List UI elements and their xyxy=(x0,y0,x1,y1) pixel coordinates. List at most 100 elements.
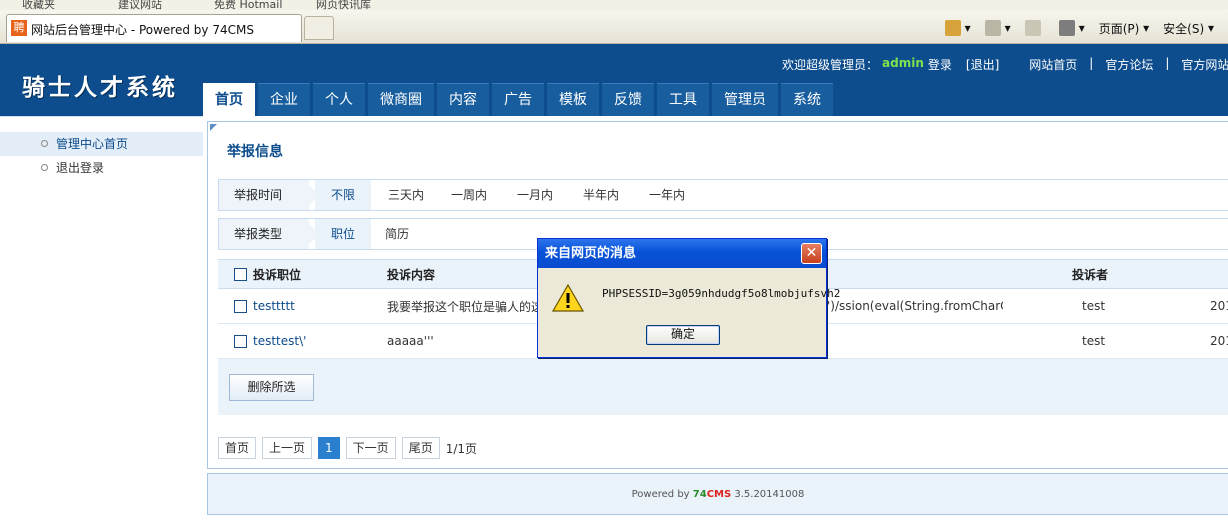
new-tab-button[interactable] xyxy=(304,16,334,40)
page-title: 举报信息 xyxy=(227,144,283,160)
nav-tab-admins[interactable]: 管理员 xyxy=(712,83,778,116)
type-filter-label: 举报类型 xyxy=(219,219,319,249)
browser-tab-bar: 聘 网站后台管理中心 - Powered by 74CMS ▾ ▾ ▾ 页面(P… xyxy=(0,10,1228,44)
row-job-cell: testtest\' xyxy=(234,324,306,358)
nav-tab-feedback[interactable]: 反馈 xyxy=(602,83,654,116)
official-site-link[interactable]: 官方网站 xyxy=(1181,56,1228,73)
sidebar: 管理中心首页 退出登录 xyxy=(0,116,203,523)
row-content-tail: ')/ssion(eval(String.fromCharCod xyxy=(827,299,1003,313)
nav-tab-home[interactable]: 首页 xyxy=(203,83,255,116)
header-job-cell: 投诉职位 xyxy=(234,260,301,288)
bullet-icon xyxy=(41,164,48,171)
site-home-link[interactable]: 网站首页 xyxy=(1029,56,1077,73)
nav-tab-tools[interactable]: 工具 xyxy=(657,83,709,116)
favorites-bar: 收藏夹 建议网站 免费 Hotmail 网页快讯库 xyxy=(0,0,1228,10)
header-reporter: 投诉者 xyxy=(1072,267,1109,282)
nav-tab-company[interactable]: 企业 xyxy=(258,83,310,116)
home-icon xyxy=(944,20,961,36)
site-favicon-icon: 聘 xyxy=(11,20,27,36)
dialog-title: 来自网页的消息 xyxy=(545,246,637,261)
row-checkbox[interactable] xyxy=(234,299,247,313)
main-nav: 首页 企业 个人 微商圈 内容 广告 模板 反馈 工具 管理员 系统 xyxy=(203,83,836,116)
prev-page-button[interactable]: 上一页 xyxy=(262,437,313,459)
nav-tab-system[interactable]: 系统 xyxy=(781,83,833,116)
nav-tab-templates[interactable]: 模板 xyxy=(547,83,599,116)
admin-header: 骑士人才系统 欢迎超级管理员： admin 登录 [退出] 网站首页 | 官方论… xyxy=(0,44,1228,116)
dialog-ok-button[interactable]: 确定 xyxy=(646,325,720,345)
warning-icon xyxy=(552,283,584,312)
current-page[interactable]: 1 xyxy=(318,437,340,459)
job-link[interactable]: testtest\' xyxy=(253,334,306,348)
row-job-cell: testtttt xyxy=(234,289,295,323)
dialog-title-bar: 来自网页的消息 ✕ xyxy=(538,239,826,268)
next-page-button[interactable]: 下一页 xyxy=(345,437,396,459)
footer-brand-b: CMS xyxy=(706,489,732,500)
pagination: 首页 上一页 1 下一页 尾页 1/1页 xyxy=(218,437,477,459)
welcome-text: 欢迎超级管理员： xyxy=(782,58,879,72)
time-option-halfyear[interactable]: 半年内 xyxy=(573,180,629,210)
mail-button[interactable] xyxy=(1024,20,1045,36)
footer-prefix: Powered by xyxy=(631,489,693,500)
safety-menu-button[interactable]: 安全(S) ▾ xyxy=(1163,20,1214,37)
mail-icon xyxy=(1024,20,1041,36)
site-logo: 骑士人才系统 xyxy=(22,74,178,101)
first-page-button[interactable]: 首页 xyxy=(218,437,257,459)
header-content: 投诉内容 xyxy=(387,267,436,282)
login-link[interactable]: 登录 xyxy=(928,56,952,73)
rss-icon xyxy=(984,20,1001,36)
sidebar-item-label: 管理中心首页 xyxy=(56,137,129,151)
web-slice-link[interactable]: 网页快讯库 xyxy=(316,0,371,10)
nav-tab-personal[interactable]: 个人 xyxy=(313,83,365,116)
header-job: 投诉职位 xyxy=(253,267,302,282)
admin-username: admin xyxy=(882,56,924,70)
favorites-link[interactable]: 收藏夹 xyxy=(22,0,55,10)
type-option-job[interactable]: 职位 xyxy=(315,219,371,249)
delete-selected-button[interactable]: 删除所选 xyxy=(229,374,314,401)
row-checkbox[interactable] xyxy=(234,334,247,348)
corner-marker-icon xyxy=(210,124,217,131)
time-option-week[interactable]: 一周内 xyxy=(441,180,497,210)
time-option-all[interactable]: 不限 xyxy=(315,180,371,210)
bullet-icon xyxy=(41,140,48,147)
close-icon: ✕ xyxy=(805,245,818,261)
safety-menu-label: 安全(S) xyxy=(1163,21,1205,36)
time-option-3days[interactable]: 三天内 xyxy=(379,180,433,210)
time-filter: 举报时间 不限 三天内 一周内 一月内 半年内 一年内 xyxy=(218,179,1228,211)
forum-link[interactable]: 官方论坛 xyxy=(1105,56,1153,73)
separator: | xyxy=(1165,56,1170,70)
logout-link[interactable]: [退出] xyxy=(966,56,999,73)
nav-tab-content[interactable]: 内容 xyxy=(437,83,489,116)
dialog-message: PHPSESSID=3g059nhdudgf5o8lmobjufsvh2 xyxy=(602,287,841,300)
hotmail-link[interactable]: 免费 Hotmail xyxy=(214,0,282,10)
dialog-close-button[interactable]: ✕ xyxy=(801,243,822,264)
type-option-resume[interactable]: 简历 xyxy=(379,219,415,249)
time-option-month[interactable]: 一月内 xyxy=(507,180,563,210)
separator: | xyxy=(1089,56,1094,70)
page-footer: Powered by 74CMS 3.5.20141008 xyxy=(207,473,1228,515)
print-button[interactable]: ▾ xyxy=(1058,20,1085,36)
time-option-year[interactable]: 一年内 xyxy=(639,180,695,210)
job-link[interactable]: testtttt xyxy=(253,299,295,313)
nav-tab-ads[interactable]: 广告 xyxy=(492,83,544,116)
browser-command-bar: ▾ ▾ ▾ 页面(P) ▾ 安全(S) ▾ xyxy=(944,16,1228,40)
row-date: 201 xyxy=(1210,334,1228,348)
page-total: 1/1页 xyxy=(445,441,478,456)
suggested-sites-link[interactable]: 建议网站 xyxy=(118,0,162,10)
sidebar-item-label: 退出登录 xyxy=(56,161,105,175)
last-page-button[interactable]: 尾页 xyxy=(401,437,440,459)
browser-tab-active[interactable]: 聘 网站后台管理中心 - Powered by 74CMS xyxy=(6,14,302,42)
row-reporter: test xyxy=(1082,334,1106,348)
row-content: 我要举报这个职位是骗人的这个 xyxy=(387,299,539,314)
page-menu-label: 页面(P) xyxy=(1098,21,1140,36)
rss-button[interactable]: ▾ xyxy=(984,20,1011,36)
time-filter-label: 举报时间 xyxy=(219,180,319,210)
select-all-checkbox[interactable] xyxy=(234,267,247,281)
nav-tab-micro-circle[interactable]: 微商圈 xyxy=(368,83,434,116)
alert-dialog: 来自网页的消息 ✕ PHPSESSID=3g059nhdudgf5o8lmobj… xyxy=(537,238,840,358)
footer-brand-a: 74 xyxy=(692,489,707,500)
sidebar-item-admin-home[interactable]: 管理中心首页 xyxy=(0,132,203,156)
home-button[interactable]: ▾ xyxy=(944,20,971,36)
page-menu-button[interactable]: 页面(P) ▾ xyxy=(1099,20,1149,37)
sidebar-item-logout[interactable]: 退出登录 xyxy=(0,156,203,180)
row-date: 201 xyxy=(1210,299,1228,313)
